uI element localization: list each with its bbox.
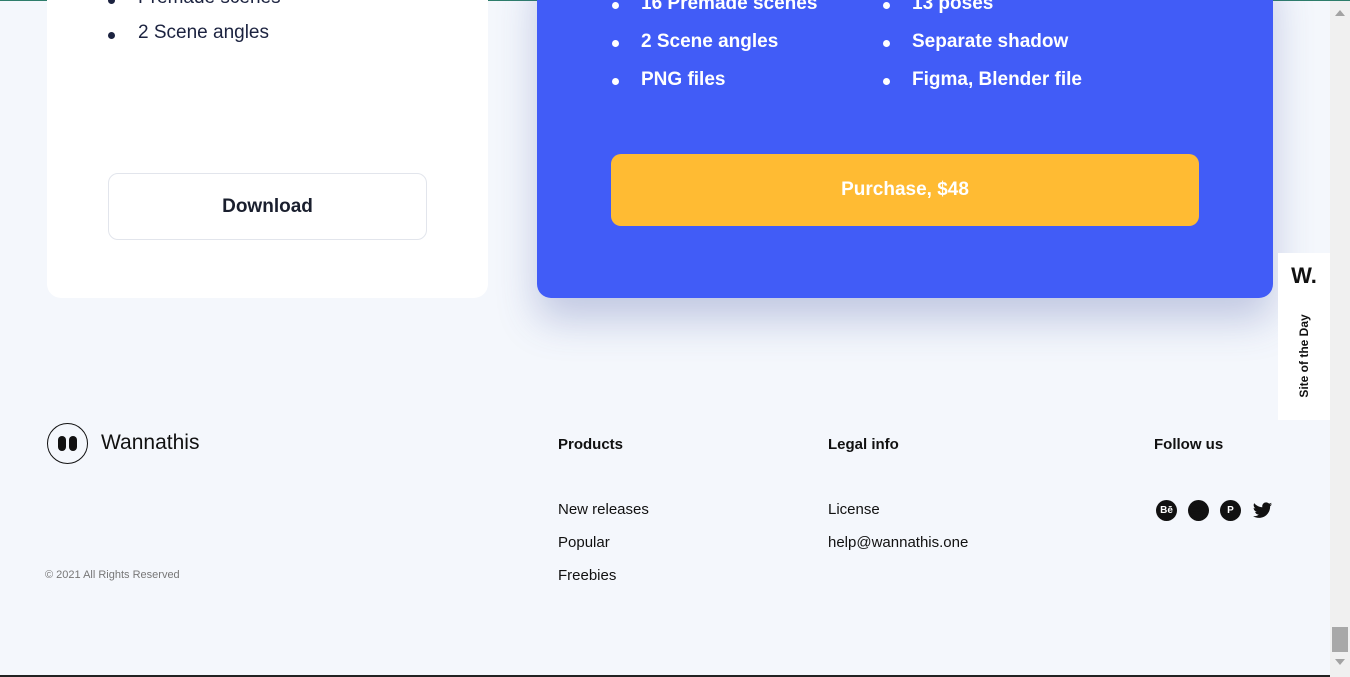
- scroll-down-icon[interactable]: [1335, 659, 1345, 665]
- dribbble-icon[interactable]: [1188, 500, 1209, 521]
- download-button[interactable]: Download: [108, 173, 427, 240]
- premium-plan-card: 16 Premade scenes 2 Scene angles PNG fil…: [537, 0, 1273, 298]
- bullet-icon: [612, 40, 619, 47]
- scrollbar-thumb[interactable]: [1332, 627, 1348, 652]
- purchase-button[interactable]: Purchase, $48: [611, 154, 1199, 226]
- bullet-icon: [108, 32, 115, 39]
- wannathis-logo-icon[interactable]: [47, 423, 88, 464]
- products-heading: Products: [558, 436, 624, 453]
- free-plan-card: Premade scenes 2 Scene angles Download: [47, 0, 488, 298]
- bullet-icon: [883, 40, 890, 47]
- producthunt-icon[interactable]: P: [1220, 500, 1241, 521]
- badge-logo: W.: [1291, 263, 1317, 288]
- legal-heading: Legal info: [828, 436, 899, 453]
- link-new-releases[interactable]: New releases: [558, 501, 649, 518]
- logo-eye-right: [69, 436, 77, 451]
- bullet-icon: [883, 78, 890, 85]
- bullet-icon: [612, 78, 619, 85]
- bullet-icon: [108, 0, 115, 4]
- vertical-scrollbar[interactable]: [1330, 1, 1350, 677]
- logo-eye-left: [58, 436, 66, 451]
- follow-heading: Follow us: [1154, 436, 1224, 453]
- behance-icon[interactable]: Bē: [1156, 500, 1177, 521]
- scroll-up-icon[interactable]: [1335, 10, 1345, 16]
- bullet-icon: [883, 2, 890, 9]
- link-popular[interactable]: Popular: [558, 534, 610, 551]
- brand-name[interactable]: Wannathis: [101, 431, 199, 455]
- site-of-the-day-badge[interactable]: W. Site of the Day: [1278, 253, 1330, 420]
- copyright-text: © 2021 All Rights Reserved: [45, 569, 180, 581]
- link-license[interactable]: License: [828, 501, 880, 518]
- bullet-icon: [612, 2, 619, 9]
- link-freebies[interactable]: Freebies: [558, 567, 616, 584]
- link-email[interactable]: help@wannathis.one: [828, 534, 968, 551]
- twitter-icon[interactable]: [1252, 500, 1273, 521]
- badge-label: Site of the Day: [1297, 314, 1311, 398]
